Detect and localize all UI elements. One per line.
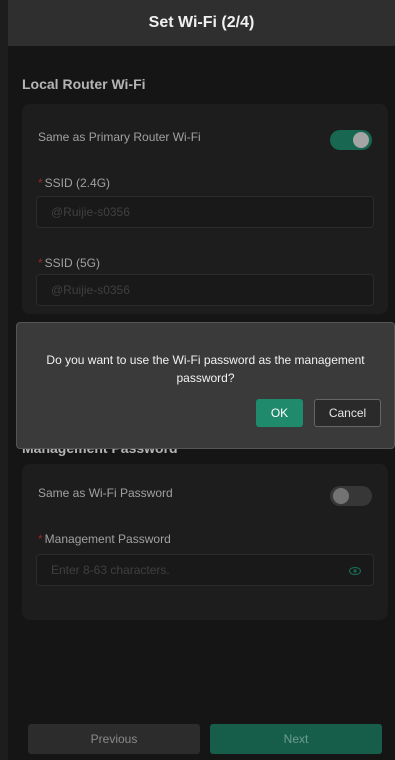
ok-button[interactable]: OK <box>256 399 303 427</box>
dialog-message: Do you want to use the Wi-Fi password as… <box>46 353 365 385</box>
next-button[interactable]: Next <box>210 724 382 754</box>
previous-button[interactable]: Previous <box>28 724 200 754</box>
confirm-dialog: Do you want to use the Wi-Fi password as… <box>16 322 395 449</box>
cancel-button[interactable]: Cancel <box>314 399 381 427</box>
page-header: Set Wi-Fi (2/4) <box>8 0 395 46</box>
page-title: Set Wi-Fi (2/4) <box>148 14 255 31</box>
